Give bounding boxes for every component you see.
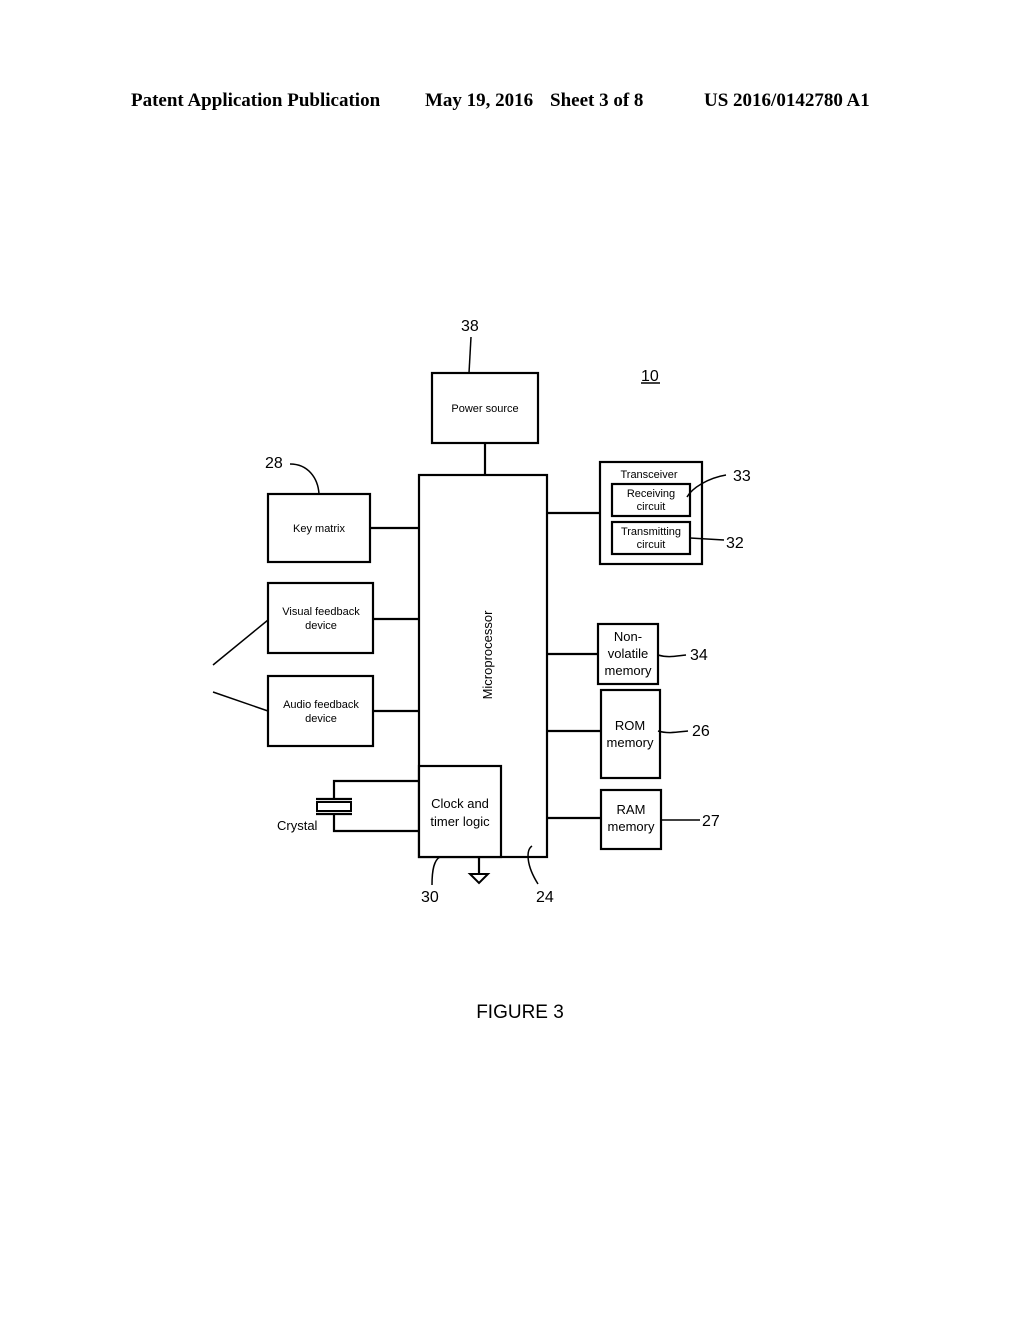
nonvolatile-line3: memory	[605, 663, 652, 678]
transmitting-ref: 32	[726, 535, 744, 552]
nonvolatile-leader	[657, 654, 687, 658]
clock-ref-leader	[431, 856, 441, 886]
visual-feedback-line1: Visual feedback	[282, 606, 360, 618]
transceiver-label: Transceiver	[620, 469, 677, 481]
microprocessor-ref: 24	[536, 889, 554, 906]
ram-memory-block: RAM memory	[599, 788, 663, 851]
microprocessor-label: Microprocessor	[480, 610, 495, 700]
nonvolatile-line2: volatile	[608, 646, 648, 661]
rom-ref: 26	[692, 723, 710, 740]
power-source-block: Power source	[430, 371, 540, 445]
clock-timer-block: Clock and timer logic	[417, 764, 503, 859]
crystal-icon	[316, 779, 419, 833]
nonvolatile-ref: 34	[690, 647, 708, 664]
visual-feedback-line2: device	[305, 620, 337, 632]
transceiver-block: Transceiver Receiving circuit Transmitti…	[598, 460, 704, 566]
power-source-label: Power source	[451, 403, 518, 415]
figure-caption: FIGURE 3	[476, 1002, 564, 1023]
ram-ref: 27	[702, 813, 720, 830]
ground-icon	[467, 857, 491, 885]
clock-label-line2: timer logic	[430, 814, 490, 829]
block-diagram: 10 Power source 38 Microprocessor Clock …	[212, 318, 751, 1023]
crystal-label: Crystal	[277, 818, 318, 833]
feedback-leader-visual	[212, 619, 269, 666]
rom-memory-block: ROM memory	[599, 688, 662, 780]
key-matrix-leader	[289, 463, 320, 495]
audio-feedback-block: Audio feedback device	[266, 674, 375, 748]
nonvolatile-line1: Non-	[614, 629, 642, 644]
ram-line2: memory	[608, 819, 655, 834]
audio-feedback-line2: device	[305, 713, 337, 725]
clock-label-line1: Clock and	[431, 796, 489, 811]
clock-ref: 30	[421, 889, 439, 906]
key-matrix-label: Key matrix	[293, 523, 345, 535]
power-source-leader	[468, 336, 472, 374]
visual-feedback-block: Visual feedback device	[266, 581, 375, 655]
audio-feedback-line1: Audio feedback	[283, 699, 359, 711]
power-source-ref: 38	[461, 318, 479, 335]
transmitting-line2: circuit	[637, 539, 666, 551]
receiving-line2: circuit	[637, 501, 666, 513]
rom-leader	[657, 730, 689, 734]
receiving-ref: 33	[733, 468, 751, 485]
rom-line1: ROM	[615, 718, 645, 733]
key-matrix-block: Key matrix	[266, 492, 372, 564]
receiving-line1: Receiving	[627, 488, 675, 500]
key-matrix-ref: 28	[265, 455, 283, 472]
feedback-leader-audio	[212, 691, 269, 712]
transmitting-line1: Transmitting	[621, 526, 681, 538]
nonvolatile-memory-block: Non- volatile memory	[596, 622, 660, 686]
rom-line2: memory	[607, 735, 654, 750]
ram-line1: RAM	[617, 802, 646, 817]
